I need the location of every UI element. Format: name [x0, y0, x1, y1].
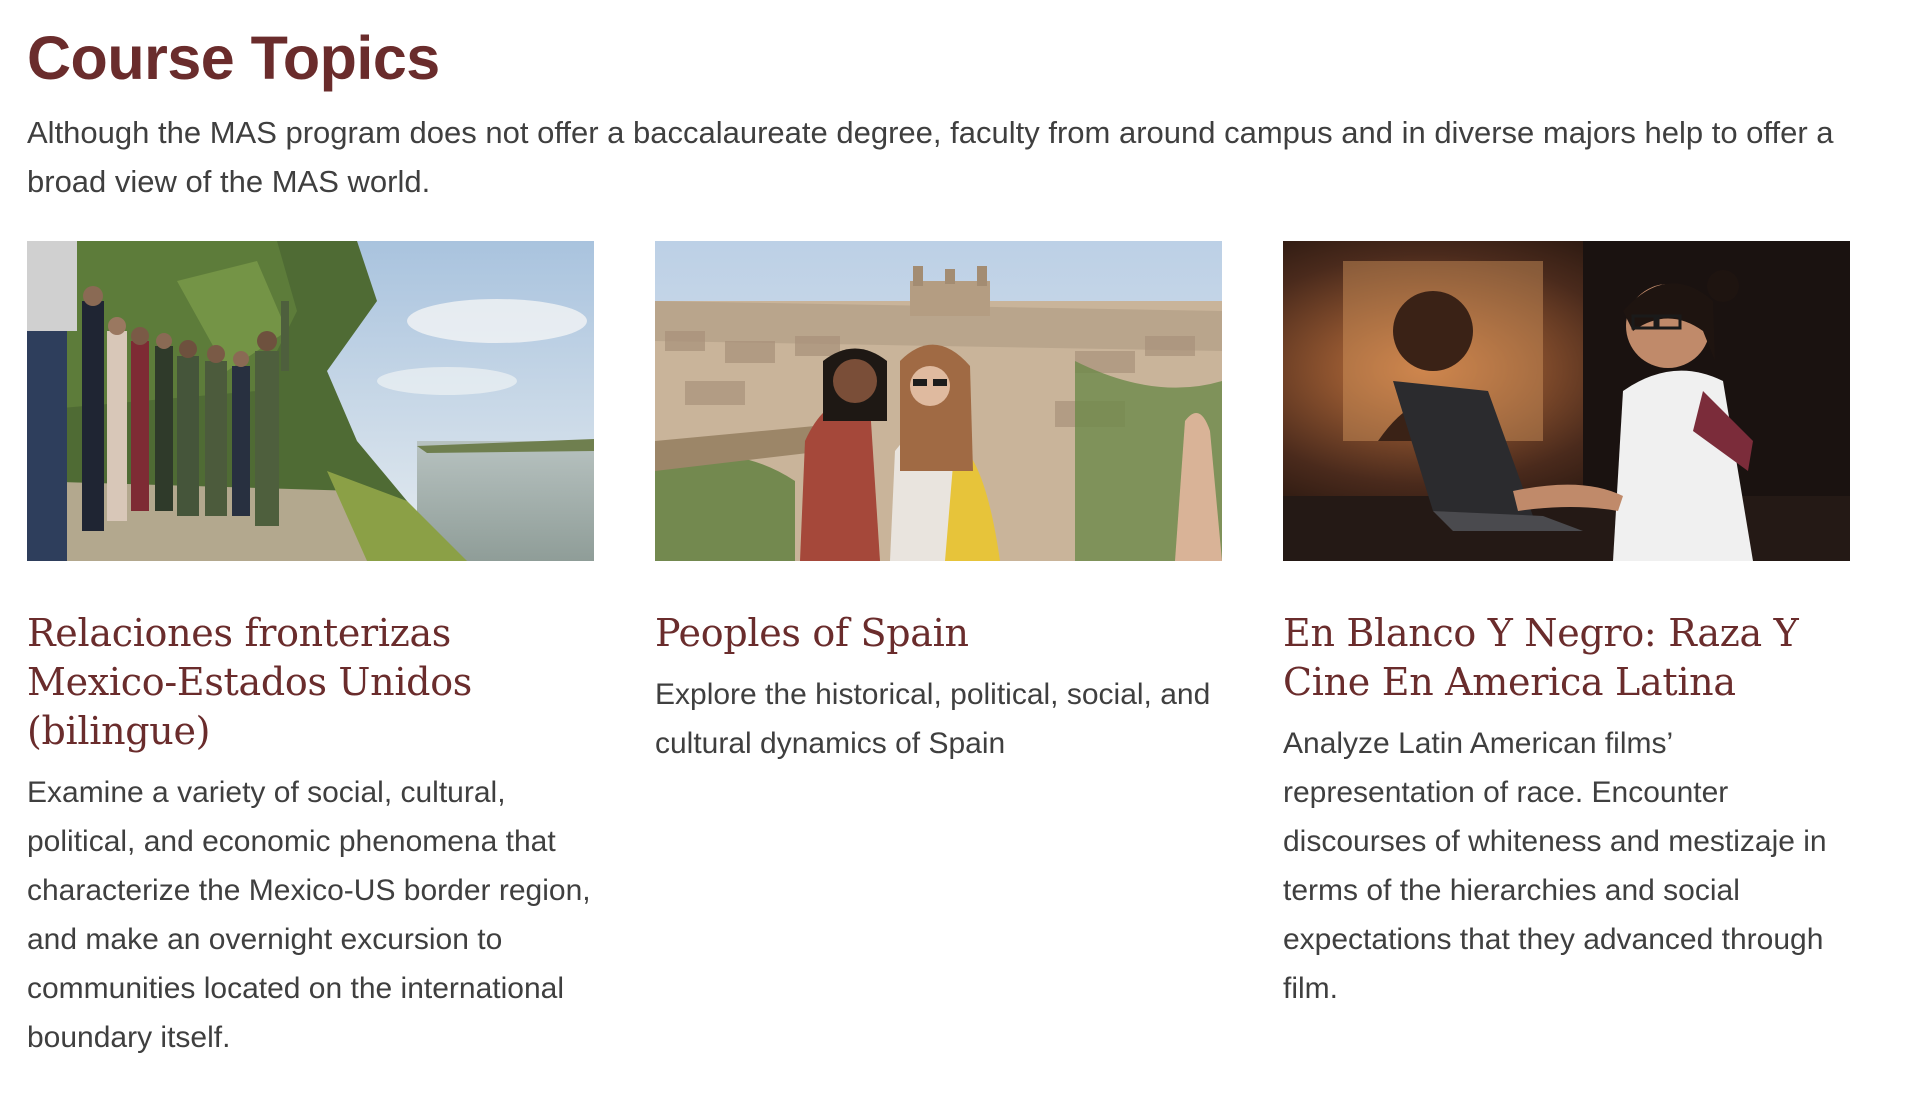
intro-paragraph: Although the MAS program does not offer …: [27, 115, 1834, 199]
course-topics-section: Course Topics Although the MAS program d…: [0, 0, 1908, 1108]
card-title[interactable]: En Blanco Y Negro: Raza Y Cine En Americ…: [1283, 609, 1850, 707]
course-card-border-relations: Relaciones fronterizas Mexico-Estados Un…: [27, 241, 594, 1062]
course-cards: Relaciones fronterizas Mexico-Estados Un…: [27, 241, 1850, 1062]
card-description: Explore the historical, political, socia…: [655, 678, 1211, 760]
laptop-screening-photo-graphic: [1283, 241, 1850, 561]
city-overlook-photo: [655, 241, 1222, 561]
riverbank-group-photo-graphic: [27, 241, 594, 561]
riverbank-group-photo: [27, 241, 594, 561]
card-description: Analyze Latin American films’ representa…: [1283, 727, 1827, 1005]
course-card-peoples-of-spain: Peoples of Spain Explore the historical,…: [655, 241, 1222, 1062]
card-description: Examine a variety of social, cultural, p…: [27, 776, 591, 1054]
city-overlook-photo-graphic: [655, 241, 1222, 561]
course-card-raza-y-cine: En Blanco Y Negro: Raza Y Cine En Americ…: [1283, 241, 1850, 1062]
laptop-screening-photo: [1283, 241, 1850, 561]
card-title[interactable]: Peoples of Spain: [655, 609, 1222, 658]
card-title[interactable]: Relaciones fronterizas Mexico-Estados Un…: [27, 609, 594, 756]
page-title: Course Topics: [27, 24, 440, 92]
